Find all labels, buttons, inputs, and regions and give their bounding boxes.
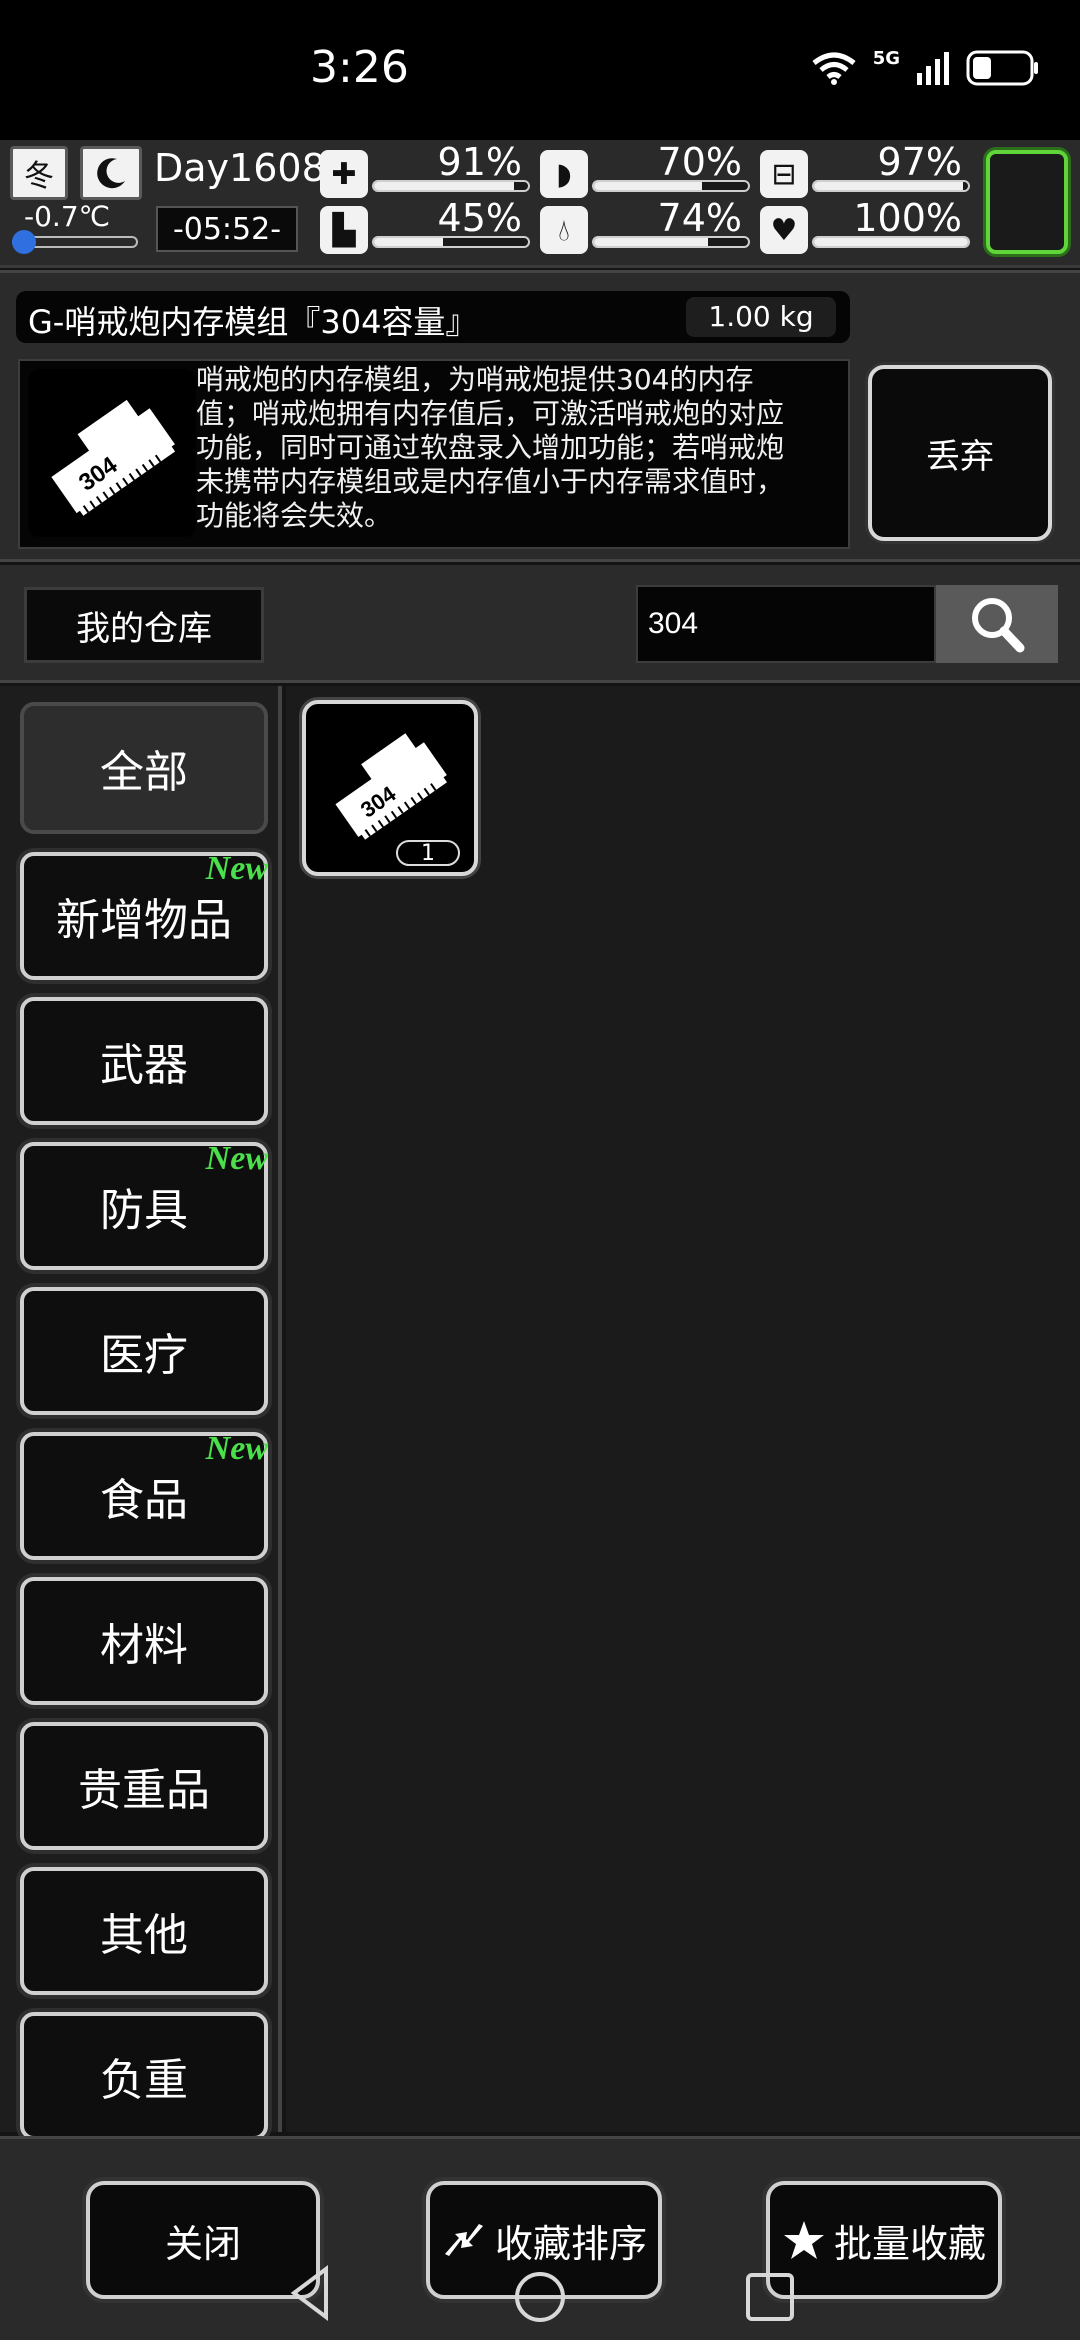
category-weapons[interactable]: 武器: [20, 997, 268, 1125]
category-valuables[interactable]: 贵重品: [20, 1722, 268, 1850]
batch-favorite-button[interactable]: 批量收藏: [766, 2181, 1002, 2299]
hunger-bar: [592, 180, 750, 192]
description-line: 功能，同时可通过软盘录入增加功能；若哨戒炮: [196, 431, 785, 464]
description-line: 哨戒炮的内存模组，为哨戒炮提供304的内存: [196, 363, 754, 396]
health-value: 91%: [437, 140, 522, 184]
stamina-value: 45%: [437, 196, 522, 240]
system-status-bar: 3:26 5G: [0, 0, 1080, 140]
close-label: 关闭: [164, 2221, 241, 2266]
warehouse-bar: 我的仓库: [0, 565, 1080, 683]
water-drop-icon: 💧︎: [540, 206, 588, 254]
search-icon: [972, 598, 1025, 653]
category-materials[interactable]: 材料: [20, 1577, 268, 1705]
inventory-slot[interactable]: 304 1: [302, 700, 478, 876]
moon-icon: [80, 146, 142, 200]
medkit-icon: ✚: [320, 150, 368, 198]
game-clock: -05:52-: [156, 206, 298, 252]
search-button[interactable]: [936, 585, 1058, 663]
wifi-icon: [812, 52, 856, 85]
swap-arrows-icon: [444, 2224, 483, 2256]
category-label: 负重: [100, 2055, 188, 2106]
item-title-bar: G-哨戒炮内存模组『304容量』 1.00 kg: [16, 291, 850, 343]
close-button[interactable]: 关闭: [86, 2181, 320, 2299]
description-line: 未携带内存模组或是内存值小于内存需求值时，: [196, 465, 785, 498]
inventory-grid: 304 1: [286, 686, 1080, 2132]
stamina-bar: [372, 236, 530, 248]
category-label: 全部: [100, 747, 188, 798]
category-other[interactable]: 其他: [20, 1867, 268, 1995]
season-badge: 冬: [10, 146, 68, 200]
medicine-value: 97%: [877, 140, 962, 184]
item-title: G-哨戒炮内存模组『304容量』: [28, 303, 478, 341]
health-bar: [372, 180, 530, 192]
boot-icon: ▙: [320, 206, 368, 254]
category-load[interactable]: 负重: [20, 2012, 268, 2140]
star-icon: [783, 2221, 824, 2259]
item-description-box: 304 哨戒炮的内存模组，为哨戒炮提供304的内存 值；哨戒炮拥有内存值后，可激…: [18, 359, 850, 549]
category-label: 防具: [100, 1185, 188, 1236]
system-icons: 5G: [811, 48, 1040, 88]
category-sidebar: 全部 新增物品 New 武器 防具 New 医疗 食品 New 材料 贵重品 其…: [0, 686, 282, 2140]
nav-back-icon[interactable]: [288, 2265, 332, 2321]
item-description: 哨戒炮的内存模组，为哨戒炮提供304的内存 值；哨戒炮拥有内存值后，可激活哨戒炮…: [196, 363, 846, 533]
nav-recents-icon[interactable]: [744, 2271, 796, 2323]
battery-icon: [966, 50, 1038, 86]
network-type-label: 5G: [872, 48, 900, 69]
medicine-bar: [812, 180, 970, 192]
temperature-value: -0.7℃: [24, 200, 111, 233]
description-line: 功能将会失效。: [196, 499, 393, 532]
bottom-action-bar: 关闭 收藏排序 批量收藏: [0, 2136, 1080, 2340]
temperature-gauge: [12, 230, 138, 254]
warehouse-label: 我的仓库: [24, 587, 264, 663]
category-label: 新增物品: [56, 895, 232, 946]
day-counter: Day1608: [154, 146, 326, 190]
category-label: 武器: [100, 1040, 188, 1091]
new-badge: New: [205, 850, 268, 887]
thirst-value: 74%: [657, 196, 742, 240]
category-new-items[interactable]: 新增物品 New: [20, 850, 268, 980]
signal-icon: [917, 52, 949, 85]
category-label: 医疗: [100, 1330, 188, 1381]
nav-home-icon[interactable]: [512, 2269, 568, 2325]
description-line: 值；哨戒炮拥有内存值后，可激活哨戒炮的对应: [196, 397, 785, 430]
thirst-bar: [592, 236, 750, 248]
pill-icon: ⊟: [760, 150, 808, 198]
search-input[interactable]: [636, 585, 936, 663]
item-count-badge: 1: [396, 840, 460, 866]
category-all[interactable]: 全部: [20, 702, 268, 834]
category-label: 其他: [100, 1910, 188, 1961]
new-badge: New: [205, 1430, 268, 1467]
item-info-panel: G-哨戒炮内存模组『304容量』 1.00 kg 304 哨戒炮的内存模组，为哨…: [0, 270, 1080, 562]
equipment-slot-button[interactable]: [986, 150, 1068, 254]
category-food[interactable]: 食品 New: [20, 1430, 268, 1560]
season-label: 冬: [24, 159, 54, 194]
category-label: 材料: [100, 1620, 188, 1671]
category-medical[interactable]: 医疗: [20, 1287, 268, 1415]
mood-value: 100%: [853, 196, 962, 240]
item-weight: 1.00 kg: [686, 297, 836, 337]
status-time: 3:26: [310, 42, 409, 93]
category-label: 贵重品: [78, 1765, 210, 1816]
stomach-icon: ◗: [540, 150, 588, 198]
hunger-value: 70%: [657, 140, 742, 184]
batch-label: 批量收藏: [833, 2221, 986, 2266]
category-label: 食品: [100, 1475, 188, 1526]
memory-module-icon: 304: [28, 369, 196, 537]
new-badge: New: [205, 1140, 268, 1177]
survival-hud: 冬 -0.7℃ Day1608 -05:52- ✚ 91% ◗ 70% ⊟ 97…: [0, 140, 1080, 268]
sort-label: 收藏排序: [494, 2221, 647, 2266]
heart-icon: ♥: [760, 206, 808, 254]
category-armor[interactable]: 防具 New: [20, 1140, 268, 1270]
discard-button[interactable]: 丢弃: [868, 365, 1052, 541]
mood-bar: [812, 236, 970, 248]
